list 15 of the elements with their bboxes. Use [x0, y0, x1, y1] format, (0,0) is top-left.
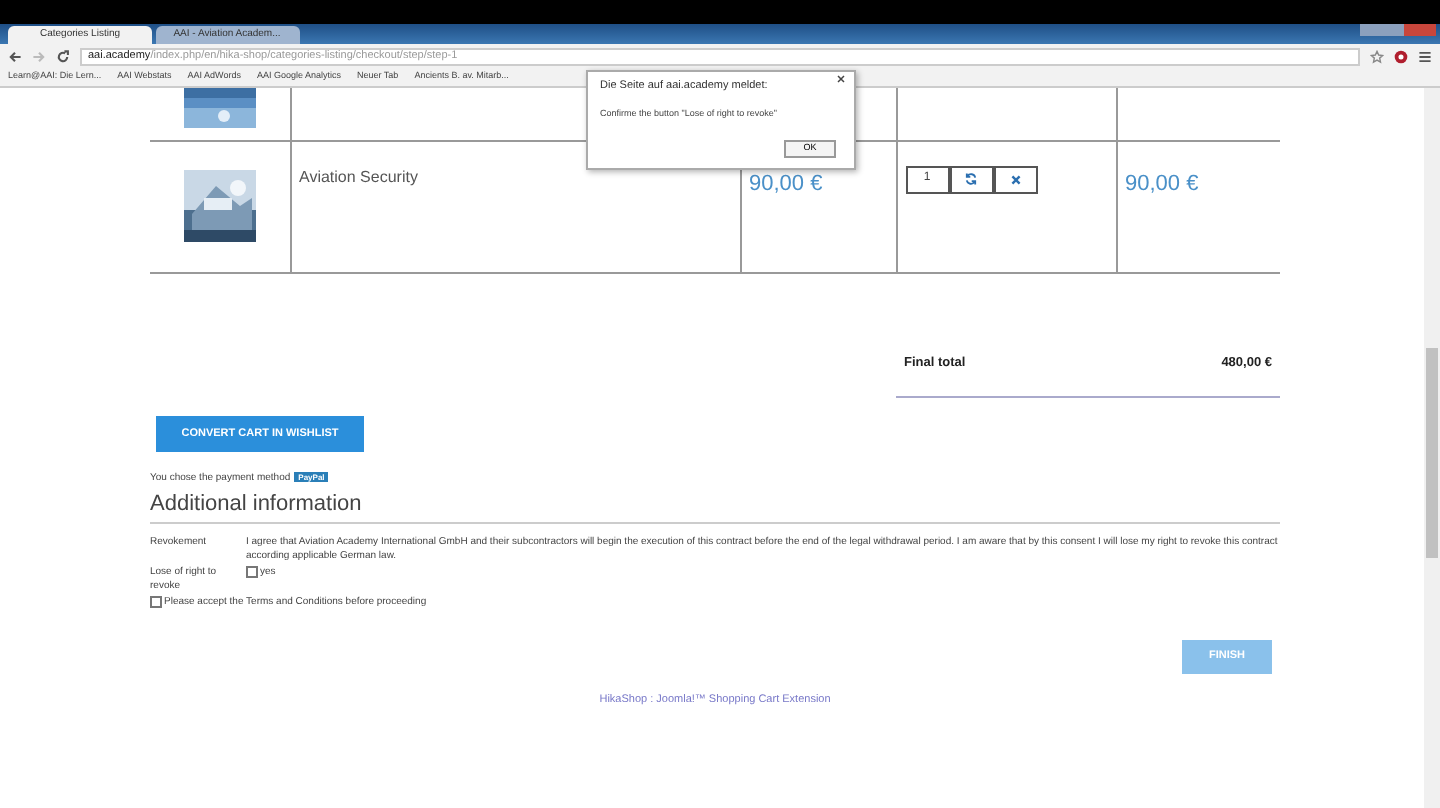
extension-icon[interactable] — [1394, 49, 1408, 63]
remove-button[interactable] — [993, 165, 1037, 193]
menu-icon[interactable] — [1418, 49, 1432, 63]
refresh-button[interactable] — [949, 165, 993, 193]
close-icon — [1009, 173, 1021, 185]
revoke-checkbox[interactable] — [246, 565, 258, 578]
star-icon[interactable] — [1370, 49, 1384, 63]
reload-icon[interactable] — [56, 49, 70, 63]
back-icon[interactable] — [8, 49, 22, 63]
terms-checkbox[interactable] — [150, 595, 162, 608]
unit-price: 90,00 € — [749, 169, 825, 199]
refresh-icon — [964, 172, 978, 186]
product-name[interactable]: Aviation Security — [299, 167, 418, 185]
line-total: 90,00 € — [1125, 169, 1201, 199]
section-heading: Additional information — [150, 491, 1280, 524]
